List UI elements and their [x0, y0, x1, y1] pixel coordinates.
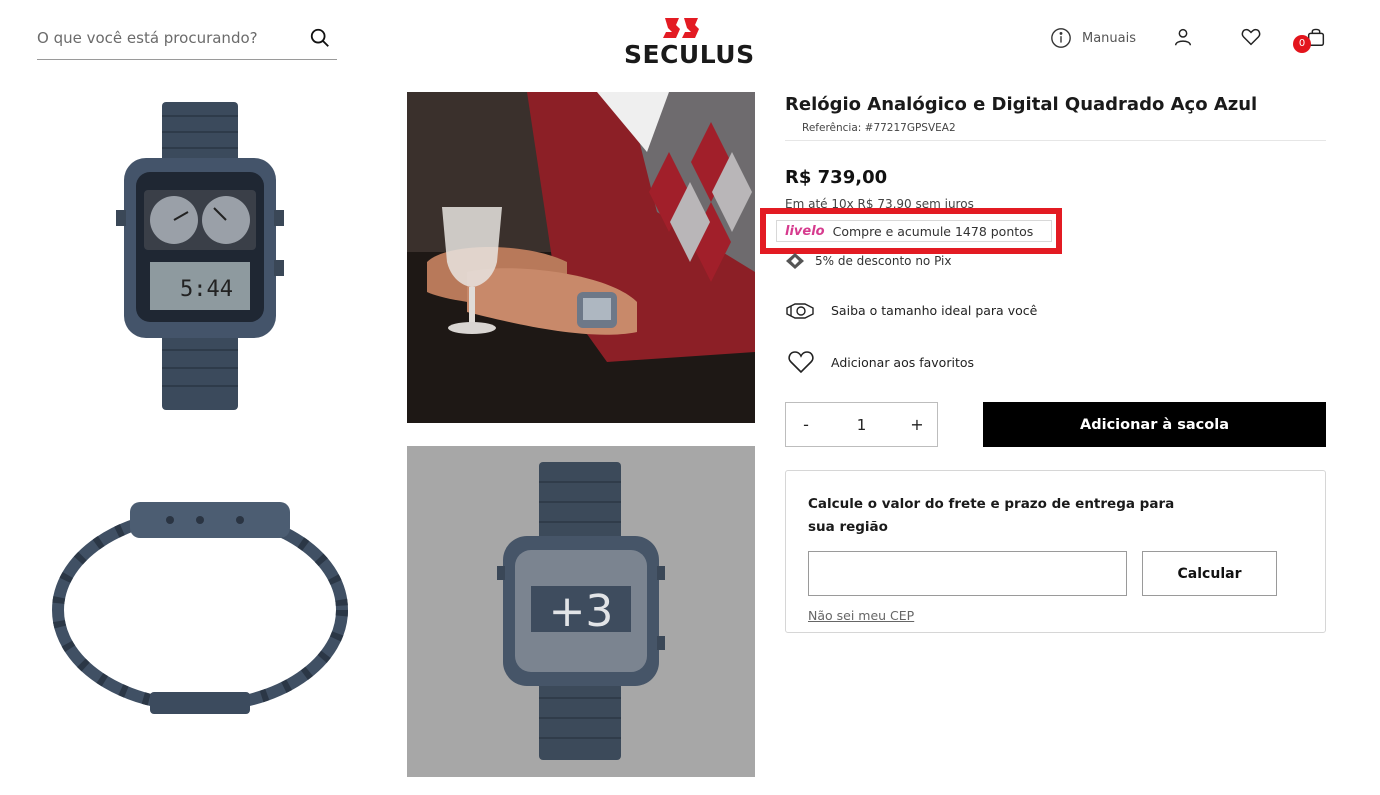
manuals-link[interactable]: Manuais	[1050, 26, 1136, 50]
manuals-label: Manuais	[1082, 30, 1137, 46]
product-lifestyle-photo[interactable]	[407, 92, 755, 423]
heart-icon[interactable]	[1240, 26, 1262, 48]
svg-text:5:44: 5:44	[180, 277, 233, 302]
product-image-front[interactable]: 5:44	[110, 100, 290, 413]
search-input[interactable]	[37, 22, 307, 54]
search-icon[interactable]	[309, 27, 331, 49]
user-icon[interactable]	[1172, 26, 1194, 48]
shipping-calculator: Calcule o valor do frete e prazo de entr…	[785, 470, 1326, 633]
watch-front-image: 5:44	[116, 102, 284, 410]
info-icon	[1051, 28, 1071, 48]
quantity-value[interactable]: 1	[857, 416, 867, 434]
logo-mark-icon	[663, 18, 699, 38]
heart-outline-icon	[788, 351, 814, 374]
unknown-cep-link[interactable]: Não sei meu CEP	[808, 608, 914, 623]
cart-count-badge: 0	[1293, 35, 1311, 53]
logo-text: SECULUS	[624, 40, 755, 69]
product-price: R$ 739,00	[785, 167, 888, 188]
more-images-count: +3	[548, 586, 614, 637]
pix-discount: 5% de desconto no Pix	[785, 252, 952, 270]
pix-icon	[786, 253, 804, 269]
favorites-label: Adicionar aos favoritos	[831, 354, 974, 370]
lifestyle-image	[407, 92, 755, 423]
search-bar	[37, 22, 337, 60]
divider	[785, 140, 1326, 141]
add-to-bag-button[interactable]: Adicionar à sacola	[983, 402, 1326, 447]
add-to-favorites-link[interactable]: Adicionar aos favoritos	[785, 350, 974, 374]
calculate-button[interactable]: Calcular	[1142, 551, 1277, 596]
pix-discount-text: 5% de desconto no Pix	[815, 254, 952, 268]
hand-measure-icon	[786, 303, 814, 319]
product-image-side[interactable]	[50, 490, 352, 725]
product-back-photo[interactable]: +3	[407, 446, 755, 777]
product-reference: Referência: #77217GPSVEA2	[802, 122, 956, 134]
seculus-logo[interactable]: SECULUS	[624, 16, 755, 69]
size-guide-label: Saiba o tamanho ideal para você	[831, 302, 1038, 318]
highlight-box	[760, 208, 1062, 254]
cep-input[interactable]	[808, 551, 1127, 596]
quantity-stepper: - 1 +	[785, 402, 938, 447]
shipping-title: Calcule o valor do frete e prazo de entr…	[808, 496, 1175, 535]
size-guide-link[interactable]: Saiba o tamanho ideal para você	[785, 298, 1037, 322]
quantity-increase-button[interactable]: +	[907, 415, 927, 434]
watch-side-image	[52, 502, 348, 714]
product-title: Relógio Analógico e Digital Quadrado Aço…	[785, 94, 1258, 115]
quantity-decrease-button[interactable]: -	[796, 415, 816, 434]
